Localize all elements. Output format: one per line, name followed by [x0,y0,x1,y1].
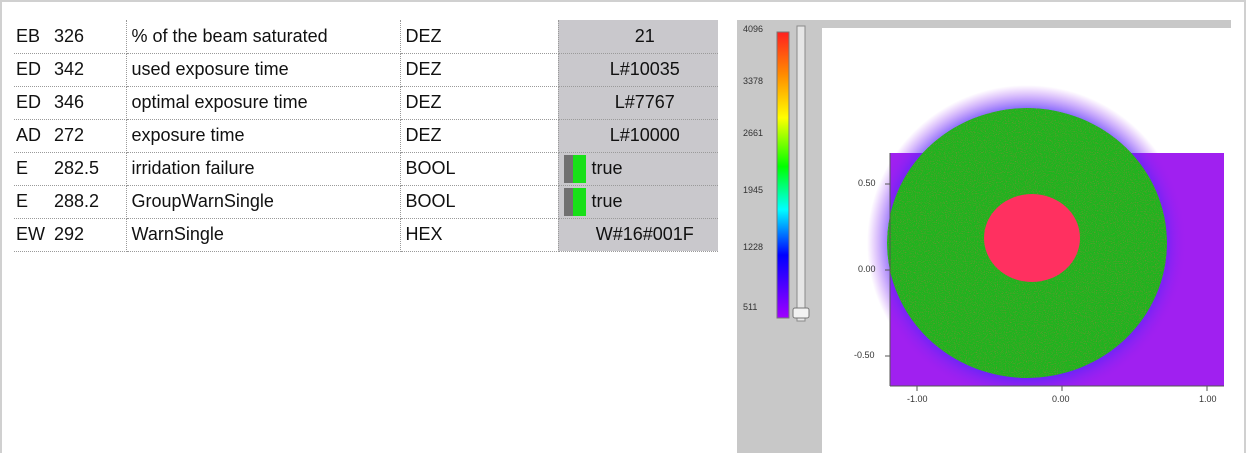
comment-cell[interactable]: optimal exposure time [126,86,401,120]
address: 346 [54,92,85,112]
operand: EW [16,224,45,244]
address-cell[interactable]: ED 346 [14,86,127,120]
status-led-icon [563,154,586,183]
table-row[interactable]: E 282.5 irridation failure BOOL true [14,152,718,186]
address: 342 [54,59,85,79]
format-cell[interactable]: DEZ [400,20,559,54]
table-row[interactable]: AD 272 exposure time DEZ L#10000 [14,119,718,153]
value-cell[interactable]: L#10000 [558,119,718,153]
table-row[interactable]: E 288.2 GroupWarnSingle BOOL true [14,185,718,219]
colorbar-label: 2661 [743,128,764,138]
format-cell[interactable]: BOOL [400,185,559,219]
address-cell[interactable]: EW 292 [14,218,127,252]
comment-cell[interactable]: used exposure time [126,53,401,87]
colorbar-label: 511 [743,302,758,312]
table-row[interactable]: ED 346 optimal exposure time DEZ L#7767 [14,86,718,120]
x-tick-label: 0.00 [1052,394,1070,404]
value-cell[interactable]: L#10035 [558,53,718,87]
y-tick-label: 0.50 [858,178,876,188]
y-tick-label: -0.50 [854,350,875,360]
format-cell[interactable]: DEZ [400,86,559,120]
address: 292 [54,224,85,244]
y-tick-label: 0.00 [858,264,876,274]
operand: E [16,158,29,178]
format-cell[interactable]: DEZ [400,119,559,153]
comment-cell[interactable]: % of the beam saturated [126,20,401,54]
window-frame-left [0,0,2,453]
comment-cell[interactable]: GroupWarnSingle [126,185,401,219]
comment-cell[interactable]: WarnSingle [126,218,401,252]
colorbar-slider-handle[interactable] [792,307,810,319]
address: 282.5 [54,158,100,178]
beam-hotspot [984,194,1080,282]
colorbar-label: 3378 [743,76,764,86]
colorbar-label: 1228 [743,242,764,252]
table-row[interactable]: EW 292 WarnSingle HEX W#16#001F [14,218,718,252]
status-led-icon [563,187,586,216]
operand: EB [16,25,41,46]
value-cell[interactable]: W#16#001F [558,218,718,252]
address-cell[interactable]: E 288.2 [14,185,127,219]
operand: ED [16,59,42,79]
value-cell[interactable]: L#7767 [558,86,718,120]
value-cell[interactable]: 21 [558,20,718,54]
operand: ED [16,92,42,112]
address-cell[interactable]: EB 326 [14,20,127,54]
operand: AD [16,125,42,145]
colorbar-slider-track[interactable] [796,25,806,322]
address: 326 [54,25,85,46]
value-text: true [591,190,623,211]
format-cell[interactable]: HEX [400,218,559,252]
address-cell[interactable]: ED 342 [14,53,127,87]
operand: E [16,191,29,211]
colorbar-label: 1945 [743,185,764,195]
colorbar-label: 4096 [743,24,764,34]
format-cell[interactable]: DEZ [400,53,559,87]
value-cell[interactable]: true [558,185,718,219]
beam-profile-panel: 4096 3378 2661 1945 1228 511 0.50 0.00 -… [737,20,1231,453]
variable-table: EB 326% of the beam saturated DEZ 21 ED 342 us… [14,20,718,252]
address: 288.2 [54,191,100,211]
colorbar-gradient [776,31,790,319]
x-tick-label: -1.00 [907,394,928,404]
format-cell[interactable]: BOOL [400,152,559,186]
window-frame-top [0,0,1246,2]
address: 272 [54,125,85,145]
address-cell[interactable]: AD 272 [14,119,127,153]
x-tick-label: 1.00 [1199,394,1217,404]
beam-image [867,85,1224,453]
comment-cell[interactable]: exposure time [126,119,401,153]
table-row[interactable]: EB 326 % of the beam saturated DEZ 21 [14,20,718,54]
value-cell[interactable]: true [558,152,718,186]
comment-cell[interactable]: irridation failure [126,152,401,186]
beam-profile-plot: 0.50 0.00 -0.50 -1.00 0.00 1.00 [822,28,1231,453]
table-row[interactable]: ED 342 used exposure time DEZ L#10035 [14,53,718,87]
address-cell[interactable]: E 282.5 [14,152,127,186]
value-text: true [591,157,623,178]
